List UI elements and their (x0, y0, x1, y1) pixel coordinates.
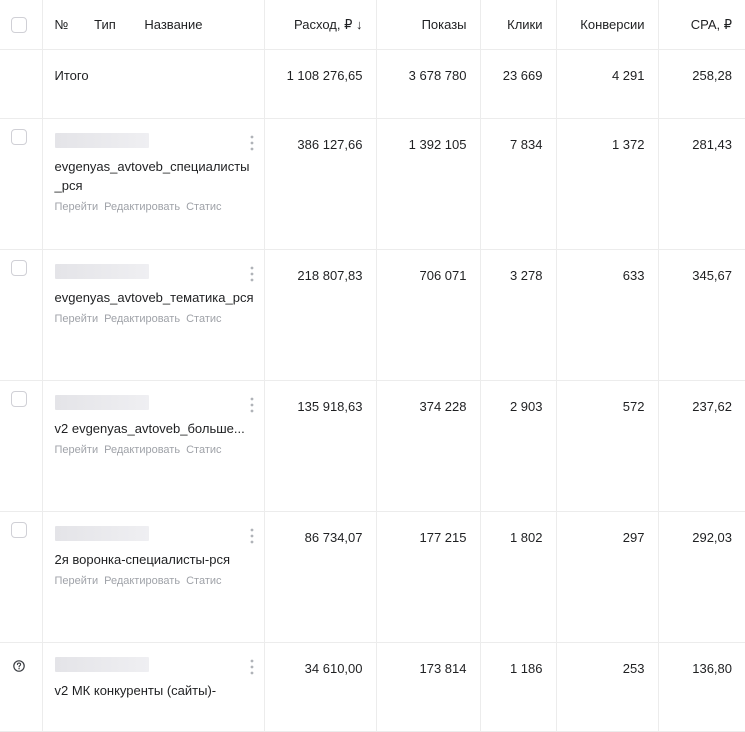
row-impressions: 1 392 105 (376, 118, 481, 250)
row-cpa: 345,67 (658, 249, 745, 381)
campaign-name[interactable]: v2 МК конкуренты (сайты)- (55, 681, 254, 700)
total-impressions: 3 678 780 (376, 49, 481, 119)
select-all-cell (0, 0, 43, 50)
row-clicks: 1 186 (480, 642, 557, 732)
go-link[interactable]: Перейти (55, 575, 99, 587)
row-clicks: 7 834 (480, 118, 557, 250)
table-row: evgenyas_avtoveb_специалисты_рся Перейти… (0, 118, 745, 250)
go-link[interactable]: Перейти (55, 444, 99, 456)
row-impressions: 374 228 (376, 380, 481, 512)
row-checkbox[interactable] (11, 260, 27, 276)
table-row: v2 evgenyas_avtoveb_больше... Перейти Ред… (0, 380, 745, 512)
row-conversions: 633 (556, 249, 659, 381)
campaign-cell: v2 evgenyas_avtoveb_больше... Перейти Ред… (42, 380, 265, 512)
kebab-menu-icon[interactable] (250, 528, 254, 544)
header-clicks[interactable]: Клики (480, 0, 557, 50)
campaign-id-placeholder (54, 133, 149, 148)
campaign-name[interactable]: evgenyas_avtoveb_тематика_рся (55, 288, 254, 307)
row-spend: 86 734,07 (264, 511, 377, 643)
campaign-actions: Перейти Редактировать Статис (55, 313, 254, 325)
row-cpa: 237,62 (658, 380, 745, 512)
total-cpa: 258,28 (658, 49, 745, 119)
row-conversions: 572 (556, 380, 659, 512)
header-name[interactable]: Название (144, 17, 202, 32)
row-checkbox[interactable] (11, 129, 27, 145)
go-link[interactable]: Перейти (55, 313, 99, 325)
stats-link[interactable]: Статис (186, 575, 221, 587)
header-conversions[interactable]: Конверсии (556, 0, 659, 50)
campaign-id-placeholder (54, 526, 149, 541)
campaign-id-placeholder (54, 264, 149, 279)
row-impressions: 173 814 (376, 642, 481, 732)
header-spend[interactable]: Расход, ₽ ↓ (264, 0, 377, 50)
row-checkbox[interactable] (11, 391, 27, 407)
campaign-id-placeholder (54, 395, 149, 410)
stats-link[interactable]: Статис (186, 201, 221, 213)
row-clicks: 2 903 (480, 380, 557, 512)
row-checkbox[interactable] (11, 522, 27, 538)
campaign-name[interactable]: 2я воронка-специалисты-рся (55, 550, 254, 569)
header-impressions[interactable]: Показы (376, 0, 481, 50)
row-conversions: 1 372 (556, 118, 659, 250)
row-spend: 135 918,63 (264, 380, 377, 512)
campaign-actions: Перейти Редактировать Статис (55, 201, 254, 213)
campaign-name[interactable]: v2 evgenyas_avtoveb_больше... (55, 419, 254, 438)
total-spend: 1 108 276,65 (264, 49, 377, 119)
campaign-cell: evgenyas_avtoveb_специалисты_рся Перейти… (42, 118, 265, 250)
total-conversions: 4 291 (556, 49, 659, 119)
help-circle-icon[interactable] (13, 660, 25, 672)
campaign-cell: v2 МК конкуренты (сайты)- (42, 642, 265, 732)
table-row: 2я воронка-специалисты-рся Перейти Редакт… (0, 511, 745, 643)
select-all-checkbox[interactable] (11, 16, 27, 33)
row-clicks: 3 278 (480, 249, 557, 381)
kebab-menu-icon[interactable] (250, 135, 254, 151)
edit-link[interactable]: Редактировать (104, 313, 180, 325)
row-spend: 34 610,00 (264, 642, 377, 732)
row-spend: 386 127,66 (264, 118, 377, 250)
total-row: Итого 1 108 276,65 3 678 780 23 669 4 29… (0, 49, 745, 119)
table-header-row: № Тип Название Расход, ₽ ↓ Показы Клики … (0, 0, 745, 50)
row-cpa: 136,80 (658, 642, 745, 732)
stats-link[interactable]: Статис (186, 313, 221, 325)
campaign-actions: Перейти Редактировать Статис (55, 444, 254, 456)
row-spend: 218 807,83 (264, 249, 377, 381)
row-impressions: 706 071 (376, 249, 481, 381)
header-type[interactable]: Тип (94, 17, 116, 32)
row-conversions: 253 (556, 642, 659, 732)
campaign-id-placeholder (54, 657, 149, 672)
header-number[interactable]: № (55, 17, 69, 32)
edit-link[interactable]: Редактировать (104, 444, 180, 456)
campaign-actions: Перейти Редактировать Статис (55, 575, 254, 587)
edit-link[interactable]: Редактировать (104, 575, 180, 587)
row-cpa: 292,03 (658, 511, 745, 643)
header-cpa[interactable]: CPA, ₽ (658, 0, 745, 50)
row-cpa: 281,43 (658, 118, 745, 250)
kebab-menu-icon[interactable] (250, 659, 254, 675)
campaign-cell: 2я воронка-специалисты-рся Перейти Редакт… (42, 511, 265, 643)
header-name-group: № Тип Название (42, 0, 265, 50)
campaigns-table: № Тип Название Расход, ₽ ↓ Показы Клики … (0, 0, 745, 732)
total-clicks: 23 669 (480, 49, 557, 119)
campaign-cell: evgenyas_avtoveb_тематика_рся Перейти Ред… (42, 249, 265, 381)
campaign-name[interactable]: evgenyas_avtoveb_специалисты_рся (55, 157, 254, 195)
edit-link[interactable]: Редактировать (104, 201, 180, 213)
stats-link[interactable]: Статис (186, 444, 221, 456)
total-label: Итого (42, 49, 265, 119)
table-row: v2 МК конкуренты (сайты)- 34 610,00 173 … (0, 642, 745, 732)
go-link[interactable]: Перейти (55, 201, 99, 213)
row-clicks: 1 802 (480, 511, 557, 643)
row-impressions: 177 215 (376, 511, 481, 643)
table-row: evgenyas_avtoveb_тематика_рся Перейти Ред… (0, 249, 745, 381)
row-conversions: 297 (556, 511, 659, 643)
kebab-menu-icon[interactable] (250, 397, 254, 413)
kebab-menu-icon[interactable] (250, 266, 254, 282)
